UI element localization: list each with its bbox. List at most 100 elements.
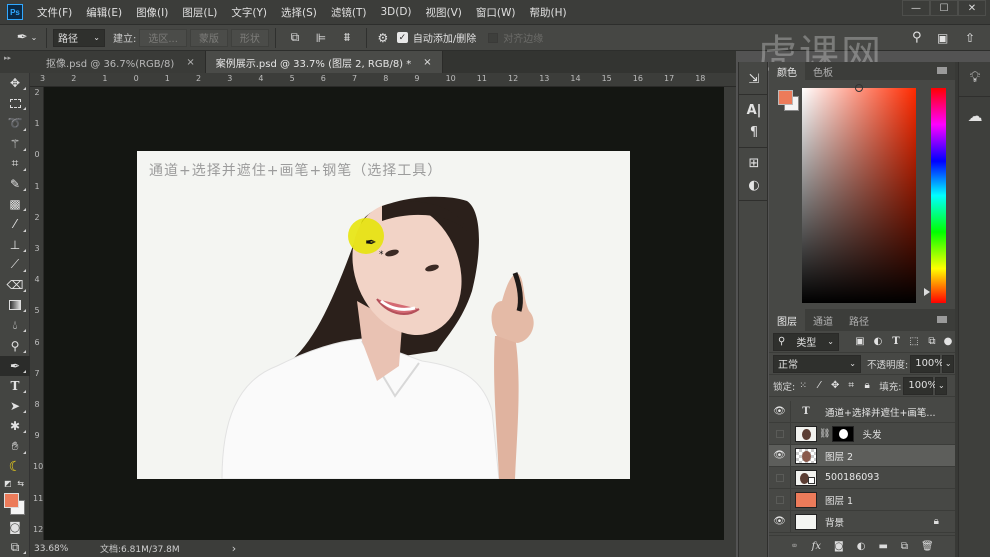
filter-adjustment-icon[interactable]: ◐ — [869, 336, 887, 347]
fill-dropdown[interactable]: ⌄ — [935, 376, 948, 395]
history-panel-icon[interactable]: ⇲ — [739, 68, 769, 90]
crop-tool[interactable]: ⌗ — [0, 154, 30, 174]
lasso-tool[interactable]: ➰ — [0, 113, 30, 133]
filter-toggle-icon[interactable]: ● — [941, 336, 955, 347]
menu-filter[interactable]: 滤镜(T) — [331, 5, 367, 20]
hue-slider-handle[interactable] — [924, 288, 930, 296]
tab-color[interactable]: 颜色 — [769, 62, 805, 80]
menu-edit[interactable]: 编辑(E) — [86, 5, 122, 20]
filter-shape-icon[interactable]: ⬚ — [905, 336, 923, 347]
maximize-button[interactable]: ☐ — [930, 0, 958, 16]
libraries-panel-icon[interactable]: ⊞ — [739, 152, 769, 174]
fx-icon[interactable]: fx — [812, 541, 821, 552]
visibility-toggle[interactable]: 👁︎ — [769, 400, 791, 423]
filter-smart-object-icon[interactable]: ⧉ — [923, 336, 941, 347]
visibility-toggle[interactable] — [769, 422, 791, 445]
mask-link-icon[interactable]: ⛓︎ — [819, 429, 830, 439]
lightbulb-icon[interactable]: 💡︎ — [959, 62, 990, 92]
menu-3d[interactable]: 3D(D) — [380, 6, 411, 18]
menu-window[interactable]: 窗口(W) — [476, 5, 516, 20]
tab-layers[interactable]: 图层 — [769, 309, 805, 331]
layer-row[interactable]: ⛓︎ 头发 — [769, 422, 955, 445]
layer-row[interactable]: 图层 1 — [769, 488, 955, 511]
adjustments-panel-icon[interactable]: ◐ — [739, 174, 769, 196]
ruler-vertical[interactable]: 2 1 0 1 2 3 4 5 6 7 8 9 10 11 12 — [30, 87, 44, 540]
tab-document-1[interactable]: 抠像.psd @ 36.7%(RGB/8) × — [36, 51, 206, 73]
clone-stamp-tool[interactable]: ⊥ — [0, 235, 30, 255]
link-layers-icon[interactable]: ⚭ — [790, 541, 798, 552]
menu-help[interactable]: 帮助(H) — [530, 5, 567, 20]
panel-menu-icon[interactable] — [937, 67, 947, 74]
tab-paths[interactable]: 路径 — [841, 309, 877, 331]
gear-icon[interactable]: ⚙ — [373, 31, 393, 45]
color-picker-cursor[interactable] — [855, 84, 863, 92]
saturation-brightness-field[interactable] — [802, 88, 916, 303]
filter-type-icon[interactable]: T — [887, 336, 905, 347]
magic-wand-tool[interactable]: ⚚ — [0, 134, 30, 154]
dodge-tool[interactable]: ⚲ — [0, 335, 30, 355]
visibility-toggle[interactable]: 👁︎ — [769, 444, 791, 467]
type-tool[interactable]: T — [0, 376, 30, 396]
close-icon[interactable]: × — [423, 57, 431, 68]
canvas-scroll-gutter[interactable] — [724, 87, 736, 540]
path-alignment-icon[interactable]: ⊫ — [308, 31, 334, 45]
layer-mask-thumbnail[interactable] — [832, 425, 855, 442]
menu-file[interactable]: 文件(F) — [37, 5, 72, 20]
auto-add-delete-checkbox[interactable]: ✓ — [396, 32, 408, 43]
blur-tool[interactable]: 💧︎ — [0, 315, 30, 335]
filter-pixel-icon[interactable]: ▣ — [851, 336, 869, 347]
panel-menu-icon[interactable] — [937, 316, 947, 323]
make-selection-button[interactable]: 选区... — [139, 28, 187, 47]
custom-shape-tool[interactable]: ✱ — [0, 416, 30, 436]
zoom-level[interactable]: 33.68% — [34, 544, 94, 554]
fill-input[interactable]: 100% — [903, 376, 937, 395]
close-button[interactable]: ✕ — [958, 0, 986, 16]
swap-colors-tool[interactable]: ◩ ⇆ — [0, 477, 30, 491]
menu-image[interactable]: 图像(I) — [136, 5, 168, 20]
layer-filter-select[interactable]: ⚲ 类型 ⌄ — [773, 332, 839, 351]
eyedropper-tool[interactable]: ✎ — [0, 174, 30, 194]
foreground-color-swatch[interactable] — [4, 492, 19, 508]
adjustment-layer-icon[interactable]: ◐ — [857, 541, 866, 552]
lock-artboard-icon[interactable]: ⌗ — [843, 380, 859, 391]
color-swatches[interactable] — [0, 491, 30, 517]
hand-tool[interactable]: ✋︎ — [0, 436, 30, 456]
align-edges-checkbox[interactable] — [488, 32, 499, 43]
layer-row-selected[interactable]: 👁︎ 图层 2 — [769, 444, 955, 467]
visibility-toggle[interactable]: 👁︎ — [769, 510, 791, 533]
status-menu-arrow[interactable]: › — [232, 542, 236, 555]
tab-document-2[interactable]: 案例展示.psd @ 33.7% (图层 2, RGB/8) * × — [205, 51, 443, 73]
tab-channels[interactable]: 通道 — [805, 309, 841, 331]
search-icon[interactable]: ⚲ — [912, 30, 922, 45]
layer-row[interactable]: 500186093 — [769, 466, 955, 489]
layer-row[interactable]: 👁︎ 背景 🔒︎ — [769, 510, 955, 533]
share-icon[interactable]: ⇧ — [965, 31, 975, 45]
make-shape-button[interactable]: 形状 — [230, 28, 269, 47]
eraser-tool[interactable]: ⌫ — [0, 275, 30, 295]
close-icon[interactable]: × — [186, 57, 194, 68]
marquee-tool[interactable] — [0, 93, 30, 113]
new-group-icon[interactable]: ▬ — [878, 541, 887, 552]
menu-type[interactable]: 文字(Y) — [231, 5, 267, 20]
visibility-toggle[interactable] — [769, 488, 791, 511]
screen-mode-button[interactable]: ⧉ — [0, 537, 30, 557]
pen-tool-preset-icon[interactable]: ✒ ⌄ — [14, 30, 40, 45]
history-brush-tool[interactable]: ⟋ — [0, 255, 30, 275]
menu-select[interactable]: 选择(S) — [281, 5, 317, 20]
foreground-color-chip[interactable] — [778, 90, 793, 105]
visibility-toggle[interactable] — [769, 466, 791, 489]
path-arrangement-icon[interactable]: ⩩ — [334, 30, 360, 45]
lock-all-icon[interactable]: 🔒︎ — [859, 380, 875, 391]
gradient-tool[interactable] — [0, 295, 30, 315]
brush-tool[interactable]: ⁄ — [0, 214, 30, 234]
ruler-horizontal[interactable]: 3 2 1 0 1 2 3 4 5 6 7 8 9 10 11 12 13 14 15 16 17 18 — [30, 73, 736, 87]
blend-mode-select[interactable]: 正常 ⌄ — [773, 354, 861, 373]
move-tool[interactable]: ✥ — [0, 73, 30, 93]
pen-tool[interactable]: ✒ — [0, 355, 30, 376]
menu-layer[interactable]: 图层(L) — [182, 5, 217, 20]
character-panel-icon[interactable]: A| — [739, 99, 769, 121]
tab-swatches[interactable]: 色板 — [805, 62, 841, 80]
paragraph-panel-icon[interactable]: ¶ — [739, 121, 769, 143]
lock-image-pixels-icon[interactable]: ⁄ — [811, 380, 827, 391]
add-mask-icon[interactable]: ◙ — [834, 541, 844, 552]
